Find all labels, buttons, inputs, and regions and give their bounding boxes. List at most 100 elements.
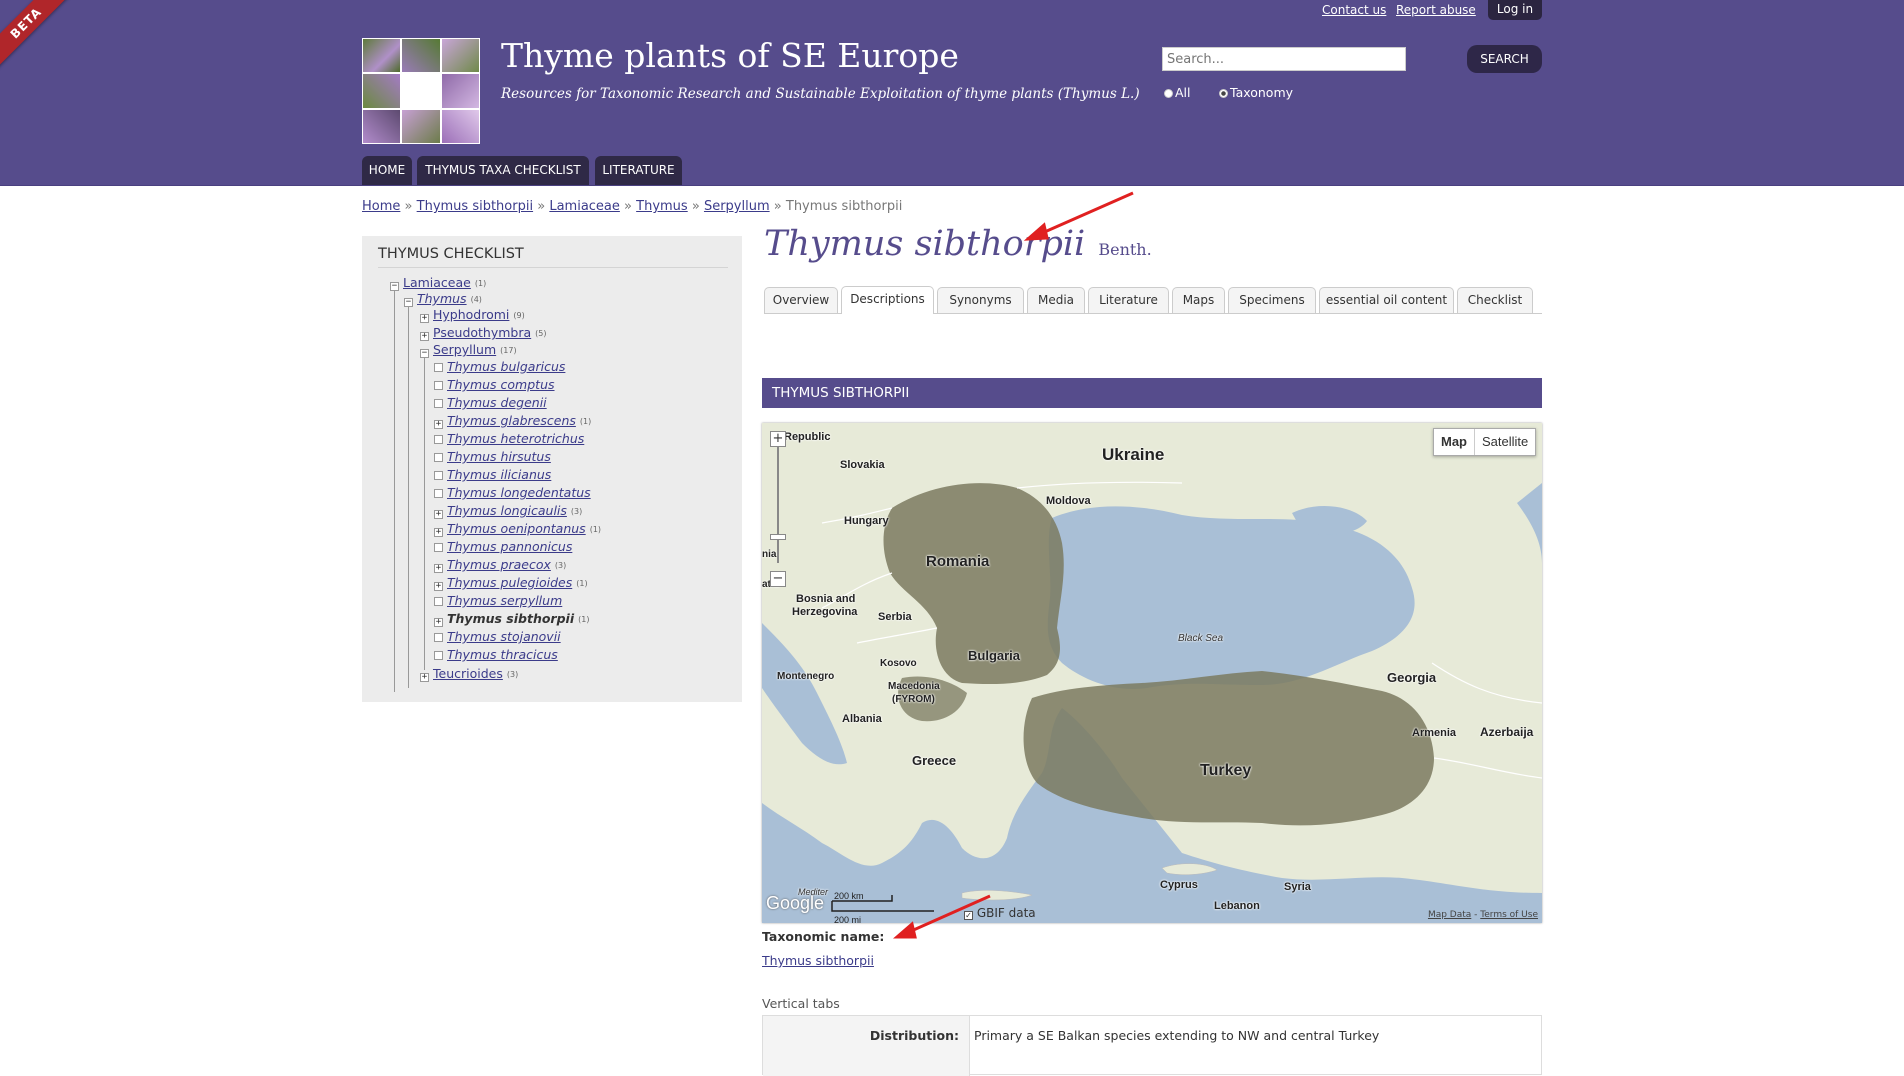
menu-home[interactable]: HOME <box>362 156 412 185</box>
report-abuse-link[interactable]: Report abuse <box>1396 3 1476 17</box>
tree-item[interactable]: + Hyphodromi (9) <box>420 307 525 323</box>
tree-item[interactable]: Thymus serpyllum <box>434 593 562 608</box>
expand-icon[interactable]: + <box>434 582 443 591</box>
tree-item[interactable]: Thymus bulgaricus <box>434 359 565 374</box>
tab-maps[interactable]: Maps <box>1172 287 1225 313</box>
tab-checklist[interactable]: Checklist <box>1457 287 1533 313</box>
breadcrumb-thymus-sibthorpii[interactable]: Thymus sibthorpii <box>417 199 533 214</box>
tree-item-link[interactable]: Thymus oenipontanus <box>447 521 586 536</box>
zoom-in-icon[interactable]: + <box>770 431 786 447</box>
expand-icon[interactable]: + <box>434 564 443 573</box>
tree-item[interactable]: Thymus heterotrichus <box>434 431 584 446</box>
tab-descriptions[interactable]: Descriptions <box>841 286 934 314</box>
tree-item[interactable]: + Thymus glabrescens (1) <box>434 413 591 429</box>
breadcrumb-home[interactable]: Home <box>362 199 400 214</box>
map-type-map-button[interactable]: Map <box>1434 429 1475 455</box>
tab-literature[interactable]: Literature <box>1088 287 1169 313</box>
radio-all[interactable]: All <box>1164 85 1191 100</box>
login-button[interactable]: Log in <box>1488 0 1542 20</box>
tree-item-link[interactable]: Thymus heterotrichus <box>447 431 584 446</box>
distribution-map[interactable]: Ukraine Romania Moldova Hungary Slovakia… <box>762 423 1542 923</box>
tree-item[interactable]: − Lamiaceae (1) <box>390 275 486 291</box>
tree-item-link[interactable]: Thymus sibthorpii <box>447 611 574 626</box>
tree-item[interactable]: Thymus longedentatus <box>434 485 591 500</box>
tab-synonyms[interactable]: Synonyms <box>937 287 1024 313</box>
checkbox-checked-icon[interactable]: ✓ <box>964 911 973 920</box>
expand-icon[interactable]: + <box>420 314 429 323</box>
tree-item[interactable]: + Pseudothymbra (5) <box>420 325 547 341</box>
breadcrumb-thymus[interactable]: Thymus <box>636 199 688 214</box>
site-logo[interactable] <box>362 38 480 144</box>
collapse-icon[interactable]: − <box>390 282 399 291</box>
collapse-icon[interactable]: − <box>420 349 429 358</box>
tree-item-link[interactable]: Thymus longedentatus <box>447 485 591 500</box>
tree-item-link[interactable]: Hyphodromi <box>433 307 509 322</box>
tree-item[interactable]: − Thymus (4) <box>404 291 482 307</box>
search-input[interactable] <box>1162 47 1406 71</box>
tree-item-link[interactable]: Thymus pulegioides <box>447 575 572 590</box>
tree-item[interactable]: + Teucrioides (3) <box>420 666 518 682</box>
tree-item-link[interactable]: Thymus thracicus <box>447 647 558 662</box>
tree-item[interactable]: + Thymus sibthorpii (1) <box>434 611 589 627</box>
tree-item-link[interactable]: Pseudothymbra <box>433 325 531 340</box>
tree-item-link[interactable]: Thymus longicaulis <box>447 503 567 518</box>
tree-item-link[interactable]: Thymus hirsutus <box>447 449 551 464</box>
breadcrumb-lamiaceae[interactable]: Lamiaceae <box>549 199 620 214</box>
tree-item[interactable]: Thymus pannonicus <box>434 539 572 554</box>
tree-item[interactable]: + Thymus pulegioides (1) <box>434 575 588 591</box>
tree-item-link[interactable]: Thymus serpyllum <box>447 593 562 608</box>
site-name[interactable]: Thyme plants of SE Europe <box>501 36 959 75</box>
expand-icon[interactable]: + <box>434 510 443 519</box>
tree-item[interactable]: Thymus stojanovii <box>434 629 561 644</box>
menu-literature[interactable]: LITERATURE <box>595 156 682 185</box>
contact-us-link[interactable]: Contact us <box>1322 3 1386 17</box>
expand-icon[interactable]: + <box>434 420 443 429</box>
tree-item-link[interactable]: Thymus praecox <box>447 557 551 572</box>
collapse-icon[interactable]: − <box>404 298 413 307</box>
search-button[interactable]: SEARCH <box>1467 45 1542 73</box>
tab-overview[interactable]: Overview <box>764 287 838 313</box>
expand-icon[interactable]: + <box>434 618 443 627</box>
zoom-slider-handle[interactable] <box>770 534 786 540</box>
breadcrumb-serpyllum[interactable]: Serpyllum <box>704 199 770 214</box>
tab-specimens[interactable]: Specimens <box>1228 287 1316 313</box>
gbif-data-toggle[interactable]: ✓ GBIF data <box>964 906 1036 920</box>
tree-item[interactable]: Thymus thracicus <box>434 647 558 662</box>
expand-icon[interactable]: + <box>420 673 429 682</box>
expand-icon[interactable]: + <box>434 528 443 537</box>
tree-item[interactable]: + Thymus longicaulis (3) <box>434 503 582 519</box>
radio-taxonomy[interactable]: Taxonomy <box>1219 85 1293 100</box>
tree-item-link[interactable]: Lamiaceae <box>403 275 471 290</box>
expand-icon[interactable]: + <box>420 332 429 341</box>
tree-item-link[interactable]: Thymus ilicianus <box>447 467 551 482</box>
tree-item[interactable]: − Serpyllum (17) <box>420 342 517 358</box>
tree-item-link[interactable]: Teucrioides <box>433 666 503 681</box>
tree-item-link[interactable]: Serpyllum <box>433 342 496 357</box>
map-type-satellite-button[interactable]: Satellite <box>1475 429 1535 455</box>
tree-item[interactable]: Thymus hirsutus <box>434 449 551 464</box>
terms-of-use-link[interactable]: Terms of Use <box>1480 910 1538 920</box>
tree-item-link[interactable]: Thymus degenii <box>447 395 547 410</box>
leaf-icon <box>434 381 443 390</box>
map-label-moldova: Moldova <box>1046 495 1091 507</box>
tree-item[interactable]: + Thymus praecox (3) <box>434 557 566 573</box>
tree-item-link[interactable]: Thymus comptus <box>447 377 555 392</box>
tree-item[interactable]: Thymus comptus <box>434 377 555 392</box>
tree-item[interactable]: + Thymus oenipontanus (1) <box>434 521 601 537</box>
tree-item-link[interactable]: Thymus pannonicus <box>447 539 572 554</box>
taxonomic-name-link[interactable]: Thymus sibthorpii <box>762 953 874 968</box>
tree-item[interactable]: Thymus degenii <box>434 395 547 410</box>
tab-media[interactable]: Media <box>1027 287 1085 313</box>
tree-item-link[interactable]: Thymus bulgaricus <box>447 359 565 374</box>
tree-item[interactable]: Thymus ilicianus <box>434 467 551 482</box>
zoom-slider-track[interactable] <box>777 445 779 563</box>
radio-all-icon[interactable] <box>1164 89 1173 98</box>
tree-item-link[interactable]: Thymus stojanovii <box>447 629 561 644</box>
tree-item-link[interactable]: Thymus glabrescens <box>447 413 576 428</box>
zoom-out-icon[interactable]: − <box>770 571 786 587</box>
tree-item-link[interactable]: Thymus <box>417 291 467 306</box>
menu-thymus-taxa-checklist[interactable]: THYMUS TAXA CHECKLIST <box>417 156 589 185</box>
tab-essential-oil-content[interactable]: essential oil content <box>1319 287 1454 313</box>
map-data-link[interactable]: Map Data <box>1428 910 1471 920</box>
radio-taxonomy-icon[interactable] <box>1219 89 1228 98</box>
